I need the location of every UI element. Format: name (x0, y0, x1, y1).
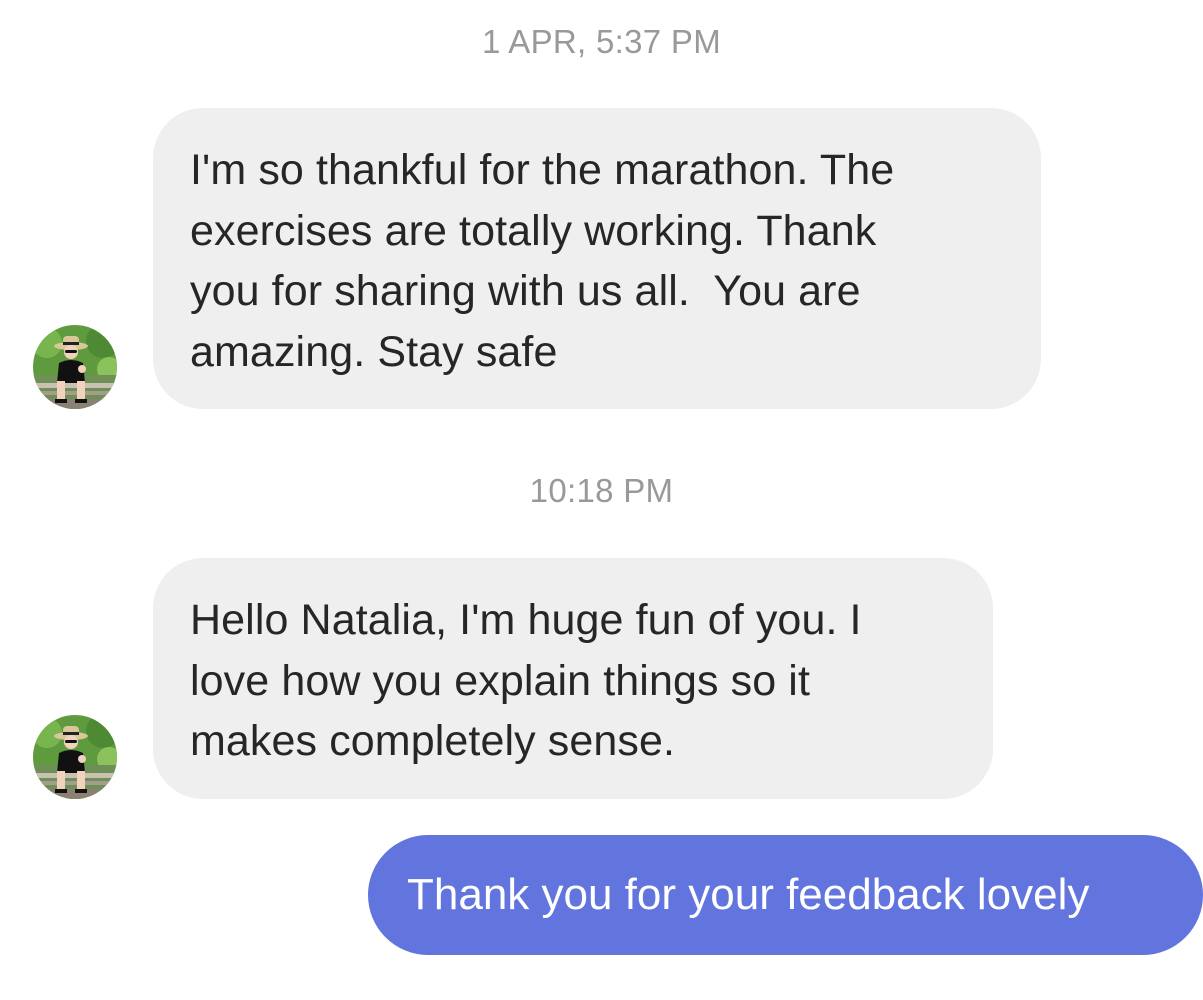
message-line: Hello Natalia, I'm huge fun of you. I (190, 596, 862, 644)
avatar-photo-icon (33, 715, 117, 799)
timestamp: 10:18 PM (529, 472, 674, 509)
message-line: love how you explain things so it (190, 656, 810, 705)
message-line: amazing. Stay safe (190, 327, 558, 376)
avatar-photo-icon (33, 325, 117, 409)
sender-avatar[interactable] (33, 715, 117, 799)
incoming-message-bubble[interactable]: I'm so thankful for the marathon. The ex… (153, 108, 1041, 409)
timestamp: 1 APR, 5:37 PM (482, 23, 721, 60)
message-line: exercises are totally working. Thank (190, 206, 877, 255)
sender-avatar[interactable] (33, 325, 117, 409)
incoming-message-bubble[interactable]: Hello Natalia, I'm huge fun of you. I lo… (153, 558, 993, 799)
outgoing-message-bubble[interactable]: Thank you for your feedback lovely (368, 835, 1203, 955)
message-line: makes completely sense. (190, 717, 676, 765)
message-line: I'm so thankful for the marathon. The (190, 146, 895, 194)
message-line: you for sharing with us all. You are (190, 267, 861, 315)
message-text: Thank you for your feedback lovely (407, 870, 1090, 919)
